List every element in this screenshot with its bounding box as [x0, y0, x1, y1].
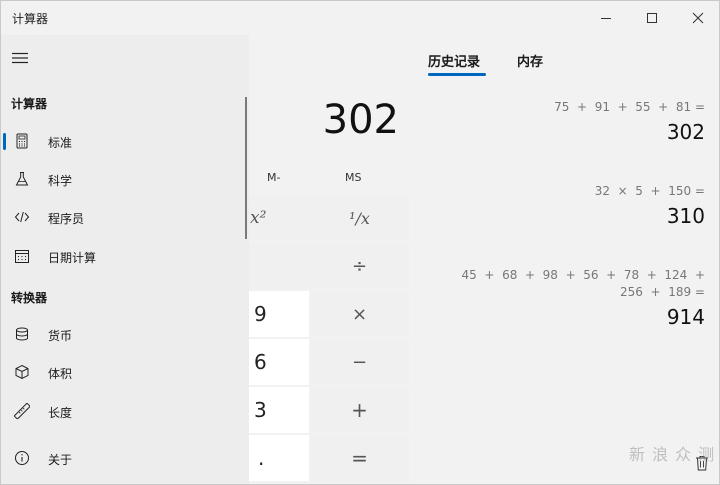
history-result: 302 — [666, 120, 705, 144]
nav-item-scientific[interactable]: 科学 — [1, 162, 245, 196]
multiply-button[interactable]: × — [310, 291, 409, 337]
history-result: 914 — [666, 305, 705, 329]
minimize-icon — [601, 18, 611, 19]
calculator-window: 计算器 302 M- MS x² ¹/x ÷ 9 × 6 − 3 + . = 计… — [0, 0, 720, 485]
minus-button[interactable]: − — [310, 339, 409, 385]
memory-subtract-button[interactable]: M- — [267, 171, 280, 184]
nav-item-currency[interactable]: 货币 — [1, 317, 245, 351]
hamburger-icon — [12, 52, 28, 64]
code-icon — [14, 211, 30, 223]
tab-history[interactable]: 历史记录 — [428, 51, 480, 70]
flask-icon — [15, 172, 29, 186]
nav-item-standard[interactable]: 标准 — [1, 124, 245, 158]
divide-button[interactable]: ÷ — [310, 243, 409, 289]
plus-button[interactable]: + — [310, 387, 409, 433]
reciprocal-button[interactable]: ¹/x — [310, 195, 409, 241]
history-entry[interactable]: 45 + 68 + 98 + 56 + 78 + 124 + 256 + 189… — [462, 267, 706, 329]
close-button[interactable] — [675, 1, 719, 35]
history-expression: 45 + 68 + 98 + 56 + 78 + 124 + 256 + 189… — [461, 268, 706, 299]
title-bar: 计算器 — [1, 1, 719, 35]
section-heading-calculator: 计算器 — [11, 97, 48, 111]
active-tab-indicator — [428, 73, 486, 76]
nav-label-volume: 体积 — [48, 367, 73, 381]
calendar-icon — [15, 250, 29, 263]
watermark: 新 浪 众 测 — [629, 445, 716, 464]
nav-item-date-calculation[interactable]: 日期计算 — [1, 239, 245, 273]
nav-label-standard: 标准 — [48, 136, 73, 150]
tab-memory[interactable]: 内存 — [517, 51, 543, 70]
nav-label-length: 长度 — [48, 406, 73, 420]
nav-label-programmer: 程序员 — [48, 212, 85, 226]
history-expression: 75 + 91 + 55 + 81 = — [554, 100, 705, 114]
nav-item-programmer[interactable]: 程序员 — [1, 200, 245, 234]
ruler-icon — [14, 403, 30, 419]
app-title: 计算器 — [12, 12, 49, 26]
nav-label-about: 关于 — [48, 453, 73, 467]
standard-calculator-icon — [16, 133, 28, 149]
memory-store-button[interactable]: MS — [345, 171, 361, 184]
nav-label-currency: 货币 — [48, 329, 73, 343]
section-heading-converters: 转换器 — [11, 291, 48, 305]
nav-label-date-calculation: 日期计算 — [48, 251, 97, 265]
history-entry[interactable]: 32 × 5 + 150 = 310 — [595, 183, 705, 228]
nav-label-scientific: 科学 — [48, 174, 73, 188]
maximize-button[interactable] — [629, 1, 675, 35]
hamburger-menu-button[interactable] — [12, 49, 28, 68]
history-result: 310 — [666, 204, 705, 228]
result-display: 302 — [322, 97, 399, 143]
equals-button[interactable]: = — [310, 435, 409, 481]
minimize-button[interactable] — [583, 1, 629, 35]
nav-item-length[interactable]: 长度 — [1, 394, 245, 428]
navigation-sidebar: 计算器 标准 科学 程序员 日期计算 转换器 货币 体积 长度 关于 — [1, 35, 249, 484]
nav-item-volume[interactable]: 体积 — [1, 355, 245, 389]
cube-icon — [15, 364, 29, 380]
nav-item-about[interactable]: 关于 — [1, 441, 245, 475]
currency-icon — [16, 327, 28, 341]
close-icon — [692, 12, 704, 24]
history-panel: 历史记录 内存 75 + 91 + 55 + 81 = 302 32 × 5 +… — [413, 35, 719, 484]
history-entry[interactable]: 75 + 91 + 55 + 81 = 302 — [554, 99, 705, 144]
maximize-icon — [647, 13, 657, 23]
sidebar-scrollbar[interactable] — [245, 97, 247, 239]
info-icon — [15, 451, 29, 465]
history-expression: 32 × 5 + 150 = — [594, 184, 705, 198]
